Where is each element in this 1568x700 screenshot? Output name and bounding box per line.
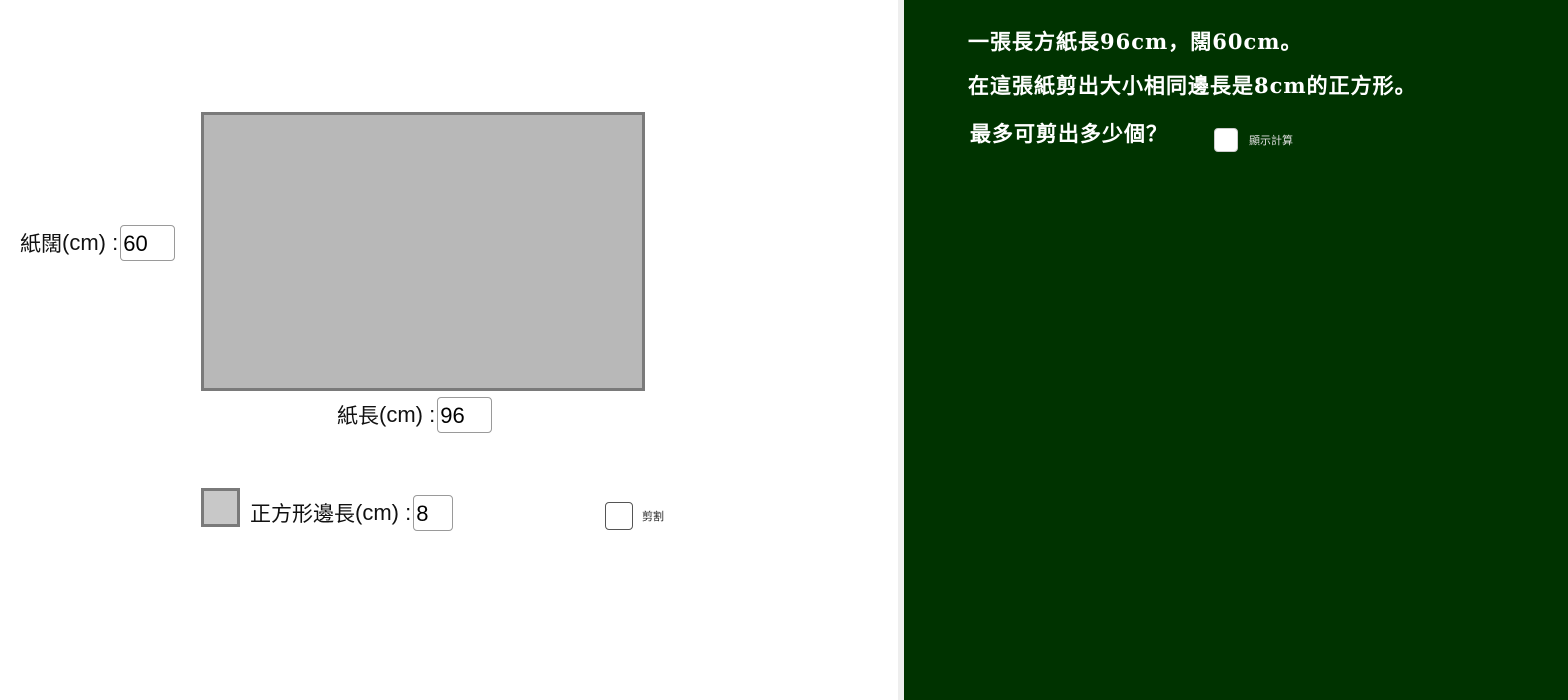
square-side-field-row: 正方形邊長 (cm) : <box>250 495 454 531</box>
question-line-2: 在這張紙剪出大小相同邊長是8cm的正方形。 <box>968 73 1417 98</box>
graphics-canvas: 紙闊 (cm) : 紙長 (cm) : 正方形邊長 (cm) : 剪割 <box>0 0 898 700</box>
paper-width-field-row: 紙闊 (cm) : <box>20 225 176 261</box>
show-calculation-checkbox[interactable] <box>1214 128 1238 152</box>
geogebra-applet: 紙闊 (cm) : 紙長 (cm) : 正方形邊長 (cm) : 剪割 一張長方… <box>0 0 1568 700</box>
square-swatch <box>201 488 240 527</box>
square-side-input[interactable] <box>413 495 454 531</box>
paper-length-field-row: 紙長 (cm) : <box>337 397 493 433</box>
question-line-3: 最多可剪出多少個？ <box>970 121 1168 146</box>
show-calculation-label: 顯示計算 <box>1249 134 1293 147</box>
paper-rectangle <box>201 112 645 391</box>
paper-width-unit: (cm) : <box>62 230 119 255</box>
paper-width-label: 紙闊 <box>20 232 62 256</box>
cut-checkbox-label: 剪割 <box>642 510 664 523</box>
paper-length-label: 紙長 <box>337 404 379 428</box>
question-line-1: 一張長方紙長96cm，闊60cm。 <box>968 29 1303 54</box>
square-side-label: 正方形邊長 <box>250 502 355 526</box>
cut-checkbox[interactable] <box>605 502 633 530</box>
paper-width-input[interactable] <box>120 225 176 261</box>
paper-length-unit: (cm) : <box>379 402 436 427</box>
question-panel: 一張長方紙長96cm，闊60cm。 在這張紙剪出大小相同邊長是8cm的正方形。 … <box>904 0 1568 700</box>
paper-length-input[interactable] <box>437 397 493 433</box>
square-side-unit: (cm) : <box>355 500 412 525</box>
